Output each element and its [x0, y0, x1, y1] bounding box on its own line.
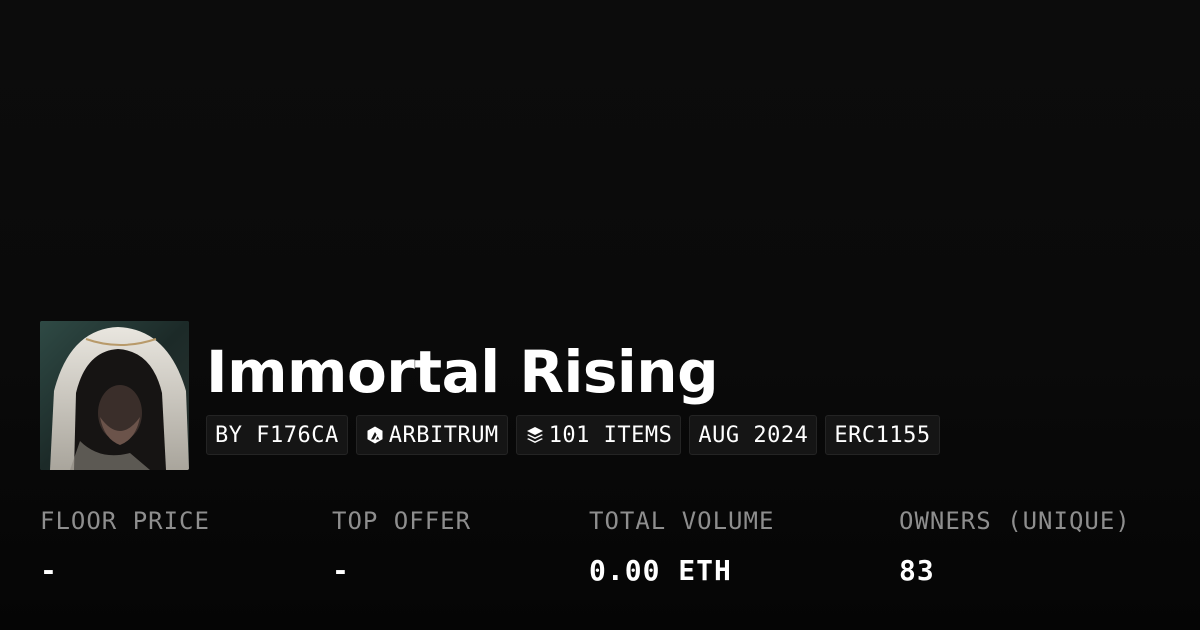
stat-value: - — [332, 554, 350, 587]
arbitrum-icon — [365, 425, 385, 445]
hooded-figure-avatar-icon — [40, 321, 189, 470]
stat-label: FLOOR PRICE — [40, 507, 210, 535]
stat-floor-price: FLOOR PRICE - — [40, 503, 210, 589]
items-chip-label: 101 ITEMS — [548, 422, 673, 448]
stat-top-offer: TOP OFFER - — [332, 503, 471, 589]
creator-chip[interactable]: BY F176CA — [206, 415, 348, 455]
creator-chip-label: BY F176CA — [215, 422, 339, 448]
stat-owners: OWNERS (UNIQUE) 83 — [899, 503, 1131, 589]
stat-label: TOTAL VOLUME — [589, 507, 775, 535]
stat-label: TOP OFFER — [332, 507, 472, 535]
collection-meta-chips: BY F176CA ARBITRUM 101 ITEMS AUG 2024 ER… — [206, 415, 940, 455]
token-standard-chip: ERC1155 — [825, 415, 940, 455]
stat-value: - — [40, 554, 58, 587]
token-standard-chip-label: ERC1155 — [834, 422, 931, 448]
date-chip: AUG 2024 — [689, 415, 818, 455]
chain-chip-label: ARBITRUM — [388, 422, 499, 448]
stat-total-volume: TOTAL VOLUME 0.00 ETH — [589, 503, 774, 589]
collection-title: Immortal Rising — [206, 338, 719, 406]
date-chip-label: AUG 2024 — [698, 422, 809, 448]
layers-icon — [525, 425, 545, 445]
collection-avatar[interactable] — [40, 321, 189, 470]
stat-value: 0.00 ETH — [589, 554, 732, 587]
stat-label: OWNERS (UNIQUE) — [899, 507, 1131, 535]
chain-chip[interactable]: ARBITRUM — [355, 415, 508, 455]
stat-value: 83 — [899, 554, 935, 587]
items-chip[interactable]: 101 ITEMS — [515, 415, 682, 455]
